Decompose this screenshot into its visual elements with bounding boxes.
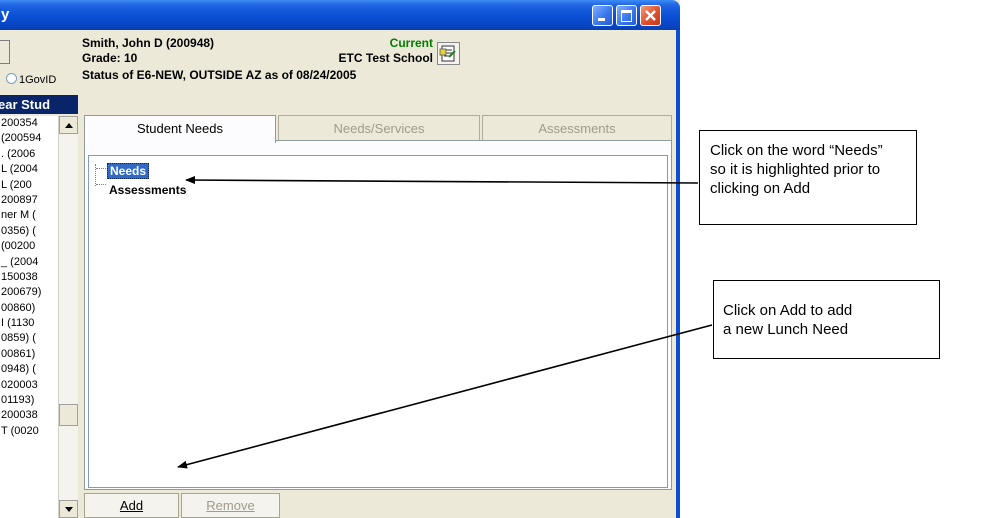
tab-student-needs[interactable]: Student Needs <box>84 115 276 143</box>
annotation-arrows <box>177 176 713 469</box>
arrow-to-needs <box>185 176 699 185</box>
arrow-to-add <box>177 324 713 469</box>
